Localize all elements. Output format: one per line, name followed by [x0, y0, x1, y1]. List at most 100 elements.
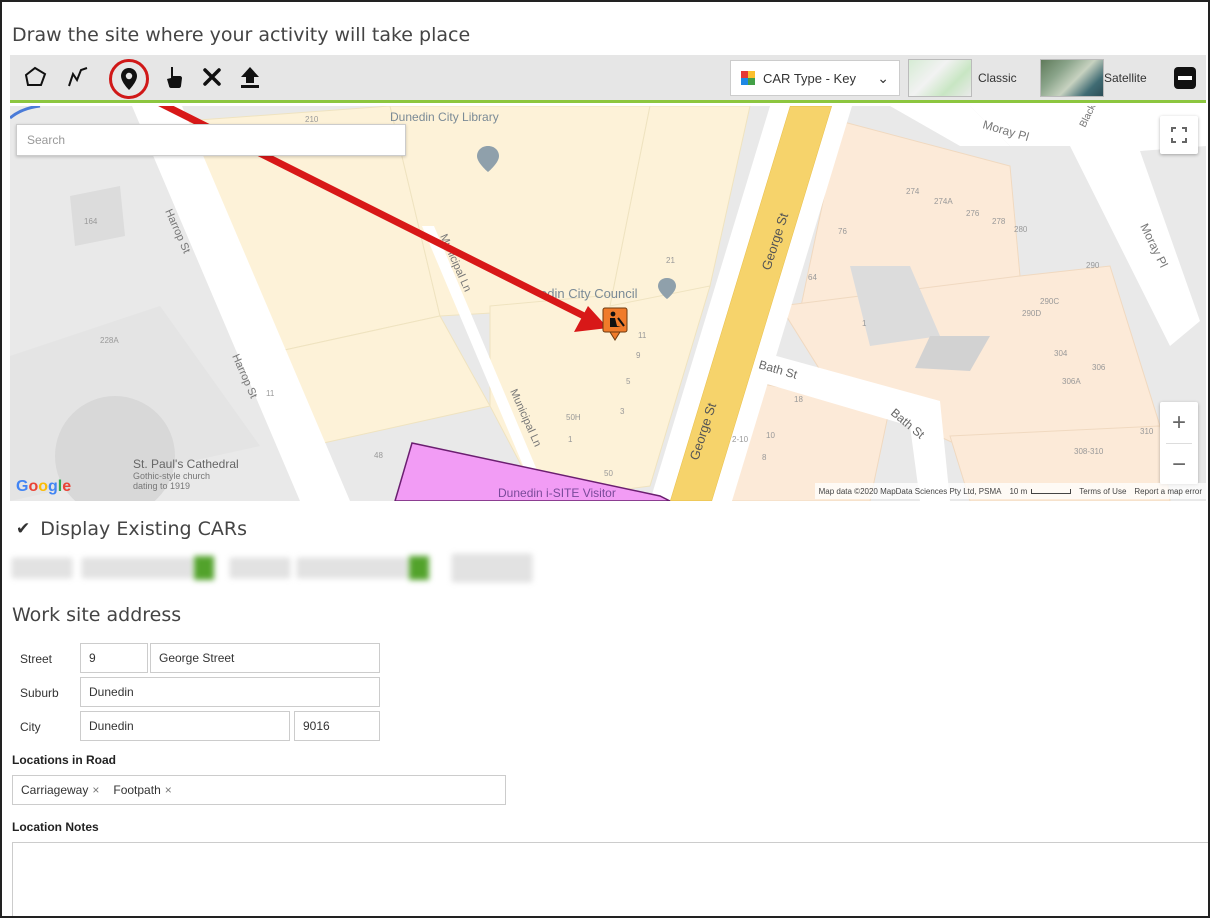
terms-of-use-link[interactable]: Terms of Use	[1079, 487, 1126, 496]
building-shape	[70, 186, 125, 246]
display-existing-cars-label: Display Existing CARs	[40, 518, 247, 540]
report-map-error-link[interactable]: Report a map error	[1134, 487, 1202, 496]
house-number: 21	[666, 256, 675, 265]
city-field[interactable]	[80, 711, 290, 741]
house-number: 304	[1054, 349, 1068, 358]
car-type-label: CAR Type - Key	[763, 70, 856, 86]
map-type-classic-button[interactable]: Classic	[908, 58, 1017, 98]
redacted-calendar-icon	[409, 556, 429, 580]
minimize-button[interactable]	[1174, 67, 1196, 89]
street-number-field[interactable]	[80, 643, 148, 673]
house-number: 2-10	[732, 435, 749, 444]
tag-label: Carriageway	[21, 783, 89, 797]
remove-tag-icon[interactable]: ×	[92, 783, 99, 797]
map-edge-line	[10, 106, 41, 120]
color-key-icon	[741, 71, 755, 85]
tag-label: Footpath	[113, 783, 161, 797]
house-number: 8	[762, 453, 767, 462]
map-data-attribution: Map data ©2020 MapData Sciences Pty Ltd,…	[818, 486, 1002, 496]
street-name-field[interactable]	[150, 643, 380, 673]
car-type-key-dropdown[interactable]: CAR Type - Key ⌄	[730, 60, 900, 96]
house-number: 306	[1092, 363, 1106, 372]
upload-icon	[241, 67, 259, 88]
chevron-down-icon: ⌄	[877, 69, 889, 86]
house-number: 164	[84, 217, 98, 226]
house-number: 1	[862, 319, 867, 328]
map-type-satellite-button[interactable]: Satellite	[1040, 58, 1147, 98]
street-label: Street	[20, 652, 53, 666]
house-number: 276	[966, 209, 980, 218]
zoom-out-button[interactable]: −	[1160, 444, 1198, 485]
redacted-date-field	[82, 558, 192, 578]
scale-bar	[1031, 488, 1072, 494]
house-number: 290C	[1040, 297, 1059, 306]
house-number: 50	[604, 469, 613, 478]
zoom-in-button[interactable]: +	[1160, 402, 1198, 443]
location-notes-textarea[interactable]	[12, 842, 1208, 916]
polyline-tool-button[interactable]	[62, 61, 94, 93]
fullscreen-icon	[1171, 127, 1187, 143]
house-number: 18	[794, 395, 803, 404]
house-number: 210	[305, 115, 319, 124]
map-attribution: Map data ©2020 MapData Sciences Pty Ltd,…	[814, 483, 1206, 499]
locations-in-road-label: Locations in Road	[12, 753, 117, 767]
redacted-label	[230, 558, 290, 578]
app-frame: Draw the site where your activity will t…	[0, 0, 1210, 918]
house-number: 290D	[1022, 309, 1041, 318]
map-canvas[interactable]: Dunedin City Library edin City Council M…	[10, 106, 1206, 501]
page-title: Draw the site where your activity will t…	[12, 24, 471, 46]
house-number: 10	[766, 431, 775, 440]
house-number: 11	[266, 389, 275, 398]
fullscreen-button[interactable]	[1160, 116, 1198, 154]
house-number: 48	[374, 451, 383, 460]
house-number: 9	[636, 351, 641, 360]
city-label: City	[20, 720, 41, 734]
location-tag-carriageway: Carriageway ×	[21, 783, 99, 797]
house-number: 278	[992, 217, 1006, 226]
house-number: 5	[626, 377, 631, 386]
map-pin-icon	[121, 68, 137, 90]
postcode-field[interactable]	[294, 711, 380, 741]
checkmark-icon: ✔	[16, 519, 31, 539]
satellite-map-thumbnail	[1040, 59, 1104, 97]
delete-x-icon	[203, 68, 221, 86]
polygon-icon	[24, 66, 47, 86]
delete-tool-button[interactable]	[196, 61, 228, 93]
select-tool-button[interactable]	[158, 61, 190, 93]
map-search-input[interactable]	[16, 124, 406, 156]
display-existing-cars-toggle[interactable]: ✔ Display Existing CARs	[16, 518, 247, 540]
house-number: 76	[838, 227, 847, 236]
library-label: Dunedin City Library	[390, 110, 499, 124]
remove-tag-icon[interactable]: ×	[165, 783, 172, 797]
google-logo: Google	[16, 478, 72, 495]
redacted-calendar-icon	[194, 556, 214, 580]
redacted-label	[12, 558, 72, 578]
cathedral-sublabel-2: dating to 1919	[133, 481, 190, 491]
house-number: 280	[1014, 225, 1028, 234]
pin-tool-button[interactable]	[113, 63, 145, 95]
work-site-address-title: Work site address	[12, 604, 182, 626]
house-number: 290	[1086, 261, 1100, 270]
house-number: 50H	[566, 413, 581, 422]
redacted-button	[452, 554, 532, 582]
polygon-tool-button[interactable]	[20, 61, 52, 93]
location-notes-label: Location Notes	[12, 820, 99, 834]
suburb-field[interactable]	[80, 677, 380, 707]
date-filter-row-redacted	[12, 552, 542, 586]
scale-label: 10 m	[1009, 486, 1028, 496]
house-number: 11	[638, 331, 647, 340]
cathedral-label: St. Paul's Cathedral	[133, 457, 239, 471]
house-number: 306A	[1062, 377, 1081, 386]
map-type-classic-label: Classic	[978, 71, 1017, 85]
locations-in-road-select[interactable]: Carriageway × Footpath ×	[12, 775, 506, 805]
polyline-icon	[68, 67, 88, 87]
house-number: 3	[620, 407, 625, 416]
map-base-layer: Dunedin City Library edin City Council M…	[10, 106, 1206, 501]
house-number: 274A	[934, 197, 953, 206]
suburb-label: Suburb	[20, 686, 59, 700]
redacted-date-field	[297, 558, 407, 578]
house-number: 64	[808, 273, 817, 282]
classic-map-thumbnail	[908, 59, 972, 97]
house-number: 228A	[100, 336, 119, 345]
upload-tool-button[interactable]	[234, 61, 266, 93]
